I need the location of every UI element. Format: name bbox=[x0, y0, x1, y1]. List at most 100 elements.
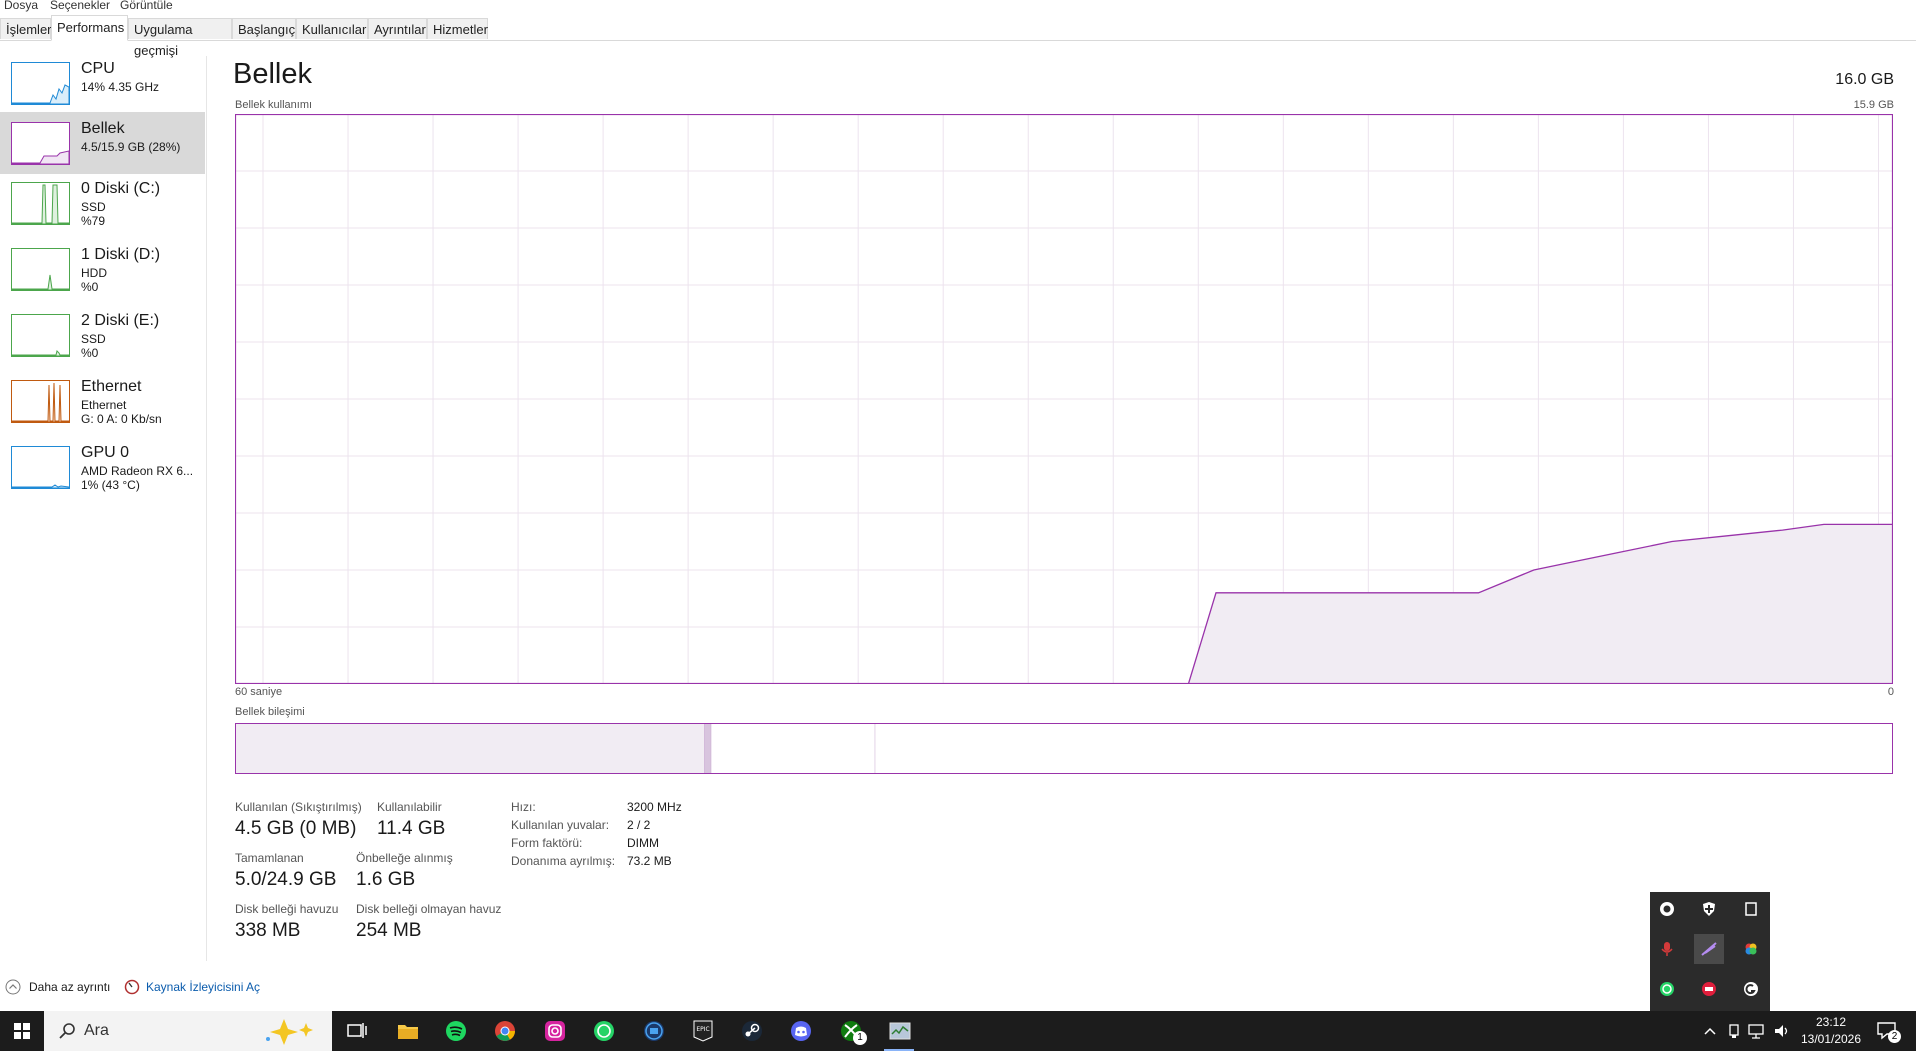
volume-tray-button[interactable] bbox=[1773, 1021, 1791, 1046]
instagram-button[interactable] bbox=[543, 1019, 567, 1043]
ethernet-thumbnail bbox=[11, 380, 70, 423]
shield-tray-icon[interactable] bbox=[1694, 894, 1724, 924]
steam-button[interactable] bbox=[740, 1019, 764, 1043]
composition-segment-in_use[interactable] bbox=[236, 724, 705, 773]
sidebar-ethernet-throughput: G: 0 A: 0 Kb/sn bbox=[81, 412, 162, 426]
show-hidden-icons-button[interactable] bbox=[1703, 1021, 1717, 1046]
color-wheel-tray-icon[interactable] bbox=[1736, 934, 1766, 964]
spec-slots-key: Kullanılan yuvalar: bbox=[511, 818, 610, 832]
composition-segment-modified[interactable] bbox=[704, 724, 712, 773]
taskbar-clock[interactable]: 23:12 13/01/2026 bbox=[1796, 1014, 1866, 1048]
whatsapp-tray-icon[interactable] bbox=[1652, 974, 1682, 1004]
clock-time: 23:12 bbox=[1815, 1015, 1847, 1029]
tab-performance[interactable]: Performans bbox=[51, 15, 128, 41]
whatsapp-button[interactable] bbox=[592, 1019, 616, 1043]
spotify-icon bbox=[446, 1021, 466, 1041]
tab-details[interactable]: Ayrıntılar bbox=[368, 18, 427, 39]
sidebar-item-gpu[interactable]: GPU 0 AMD Radeon RX 6... 1% (43 °C) bbox=[0, 438, 205, 504]
resource-monitor-label: Kaynak İzleyicisini Aç bbox=[146, 980, 261, 994]
notification-count-badge: 2 bbox=[1888, 1030, 1901, 1043]
discord-icon bbox=[791, 1021, 811, 1041]
logitech-tray-icon[interactable] bbox=[1736, 974, 1766, 1004]
search-icon bbox=[59, 1023, 75, 1039]
tab-strip: İşlemler Performans Uygulama geçmişi Baş… bbox=[0, 14, 1916, 58]
task-view-button[interactable] bbox=[345, 1019, 369, 1043]
stat-available-value: 11.4 GB bbox=[377, 818, 446, 839]
spotify-button[interactable] bbox=[444, 1019, 468, 1043]
start-button[interactable] bbox=[0, 1011, 44, 1051]
obs-tray-icon[interactable] bbox=[1652, 894, 1682, 924]
network-tray-button[interactable] bbox=[1747, 1021, 1765, 1046]
spec-form-factor-key: Form faktörü: bbox=[511, 836, 583, 850]
resource-monitor-icon bbox=[124, 979, 140, 995]
sidebar-item-memory[interactable]: Bellek 4.5/15.9 GB (28%) bbox=[0, 112, 205, 174]
red-app-tray-icon[interactable] bbox=[1694, 974, 1724, 1004]
menu-file[interactable]: Dosya bbox=[4, 0, 38, 12]
less-details-button[interactable]: Daha az ayrıntı bbox=[5, 979, 110, 995]
task-manager-icon bbox=[889, 1022, 911, 1040]
resource-monitor-link[interactable]: Kaynak İzleyicisini Aç bbox=[124, 979, 260, 995]
file-explorer-button[interactable] bbox=[396, 1019, 420, 1043]
mic-tray-icon[interactable] bbox=[1652, 934, 1682, 964]
sidebar-cpu-title: CPU bbox=[81, 60, 115, 77]
tab-processes[interactable]: İşlemler bbox=[0, 18, 52, 39]
sidebar-disk-e-type: SSD bbox=[81, 332, 106, 346]
footer-bar: Daha az ayrıntı Kaynak İzleyicisini Aç bbox=[0, 975, 1916, 999]
tray-overflow-popup bbox=[1650, 892, 1770, 1012]
windows-logo-icon bbox=[14, 1023, 30, 1039]
composition-segment-free[interactable] bbox=[875, 724, 1892, 773]
page-title: Bellek bbox=[233, 58, 312, 90]
spec-speed-key: Hızı: bbox=[511, 800, 536, 814]
taskbar-search-box[interactable]: Ara bbox=[44, 1011, 332, 1051]
disk-e-thumbnail bbox=[11, 314, 70, 357]
chevron-up-circle-icon bbox=[5, 979, 21, 995]
sidebar-item-disk-d[interactable]: 1 Diski (D:) HDD %0 bbox=[0, 240, 205, 306]
notification-center-button[interactable]: 2 bbox=[1876, 1020, 1901, 1047]
x-axis-left-label: 60 saniye bbox=[235, 686, 283, 698]
sidebar-disk-e-usage: %0 bbox=[81, 346, 99, 360]
x-axis-right-label: 0 bbox=[1887, 686, 1894, 698]
tab-services[interactable]: Hizmetler bbox=[427, 18, 488, 39]
tab-startup[interactable]: Başlangıç bbox=[232, 18, 296, 39]
sparkles-icon bbox=[266, 1019, 313, 1045]
sidebar-item-disk-c[interactable]: 0 Diski (C:) SSD %79 bbox=[0, 174, 205, 240]
task-manager-button[interactable] bbox=[886, 1019, 914, 1043]
menu-view[interactable]: Görüntüle bbox=[120, 0, 173, 12]
stat-used-value: 4.5 GB (0 MB) bbox=[235, 818, 357, 839]
usage-chart-label: Bellek kullanımı bbox=[235, 99, 313, 111]
chrome-button[interactable] bbox=[493, 1019, 517, 1043]
xbox-button[interactable]: 1 bbox=[839, 1019, 867, 1045]
sidebar-item-cpu[interactable]: CPU 14% 4.35 GHz bbox=[0, 56, 205, 118]
window-tray-icon[interactable] bbox=[1736, 894, 1766, 924]
memory-thumbnail bbox=[11, 122, 70, 165]
sidebar-ethernet-adapter: Ethernet bbox=[81, 398, 127, 412]
sidebar-item-ethernet[interactable]: Ethernet Ethernet G: 0 A: 0 Kb/sn bbox=[0, 372, 205, 438]
menu-options[interactable]: Seçenekler bbox=[50, 0, 110, 12]
sidebar-gpu-usage: 1% (43 °C) bbox=[81, 478, 140, 492]
epic-games-button[interactable]: EPIC bbox=[691, 1019, 715, 1043]
search-placeholder: Ara bbox=[84, 1022, 109, 1039]
sidebar-gpu-title: GPU 0 bbox=[81, 444, 130, 461]
discord-button[interactable] bbox=[789, 1019, 813, 1043]
tab-app-history[interactable]: Uygulama geçmişi bbox=[128, 18, 232, 58]
sidebar-cpu-detail: 14% 4.35 GHz bbox=[81, 80, 160, 94]
memory-usage-chart-svg bbox=[234, 113, 1894, 685]
blue-app-button[interactable] bbox=[642, 1019, 666, 1043]
usage-chart-max: 15.9 GB bbox=[1853, 99, 1894, 111]
sidebar-memory-title: Bellek bbox=[81, 120, 125, 137]
stat-available-label: Kullanılabilir bbox=[377, 800, 442, 814]
usb-tray-button[interactable] bbox=[1727, 1021, 1741, 1046]
taskbar: Ara EPIC 1 23:12 13/01/2026 2 bbox=[0, 1011, 1916, 1051]
menu-bar: Dosya Seçenekler Görüntüle bbox=[0, 0, 1916, 14]
sidebar-item-disk-e[interactable]: 2 Diski (E:) SSD %0 bbox=[0, 306, 205, 372]
feather-tray-icon[interactable] bbox=[1694, 934, 1724, 964]
stat-paged-pool-value: 338 MB bbox=[235, 920, 301, 941]
composition-segment-standby[interactable] bbox=[711, 724, 876, 773]
sidebar-gpu-model: AMD Radeon RX 6... bbox=[81, 464, 194, 478]
sidebar-disk-d-usage: %0 bbox=[81, 280, 99, 294]
tab-users[interactable]: Kullanıcılar bbox=[296, 18, 368, 39]
xbox-badge: 1 bbox=[853, 1031, 867, 1045]
stat-committed-label: Tamamlanan bbox=[235, 851, 304, 865]
spec-form-factor-value: DIMM bbox=[627, 836, 659, 850]
composition-label: Bellek bileşimi bbox=[235, 706, 305, 718]
